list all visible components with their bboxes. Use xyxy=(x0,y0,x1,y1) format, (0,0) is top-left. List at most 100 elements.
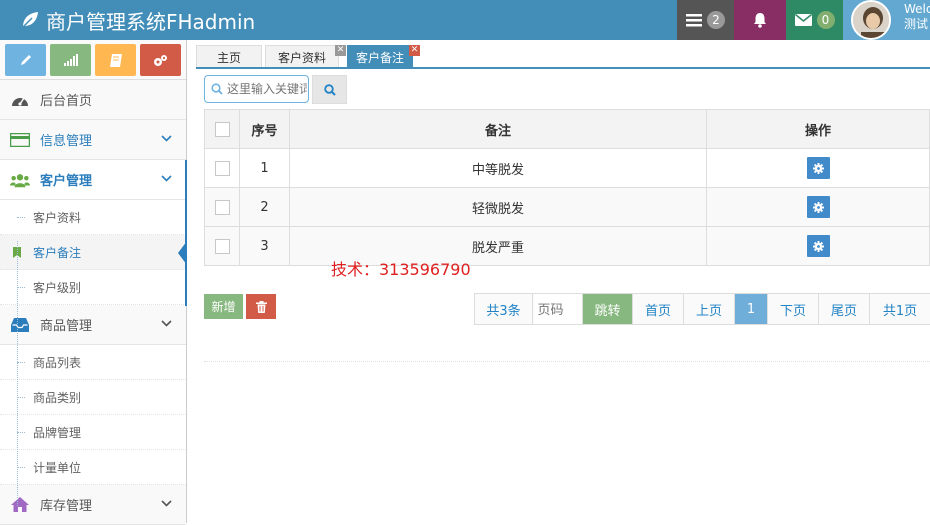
sidebar: 后台首页 信息管理 客户管理 客户资料 客户备注 客户级别 商品管理 商品列表 … xyxy=(0,40,187,525)
sidebar-item-dashboard[interactable]: 后台首页 xyxy=(0,80,186,120)
tab-label: 客户备注 xyxy=(356,50,405,65)
signal-icon xyxy=(63,54,78,66)
chevron-down-icon xyxy=(161,500,172,507)
book-icon xyxy=(109,53,122,67)
sidebar-shortcuts xyxy=(0,40,186,80)
brand[interactable]: 商户管理系统FHadmin xyxy=(20,0,255,40)
sidebar-item-label: 商品管理 xyxy=(40,319,93,334)
pagination-total: 共3条 xyxy=(475,294,533,324)
sidebar-item-products[interactable]: 商品管理 xyxy=(0,305,186,345)
table-row: 1 中等脱发 xyxy=(204,148,930,188)
group-icon xyxy=(10,171,30,189)
sidebar-subitem-label: 计量单位 xyxy=(33,460,82,475)
table-header-row: 序号 备注 操作 xyxy=(204,109,930,149)
sidebar-subitem-customer-profile[interactable]: 客户资料 xyxy=(0,200,186,235)
row-remark: 中等脱发 xyxy=(289,148,707,188)
first-page-button[interactable]: 首页 xyxy=(633,294,684,324)
sidebar-subitem-brand[interactable]: 品牌管理 xyxy=(0,415,186,450)
user-menu[interactable]: Welcome 测试 xyxy=(843,0,930,40)
credit-card-icon xyxy=(10,131,30,149)
prev-page-button[interactable]: 上页 xyxy=(684,294,735,324)
sidebar-item-inventory[interactable]: 库存管理 xyxy=(0,485,186,525)
tab-bar: 主页 客户资料 ✕ 客户备注 ✕ xyxy=(196,45,421,68)
leaf-icon xyxy=(21,12,38,29)
close-icon[interactable]: ✕ xyxy=(409,45,421,56)
envelope-icon xyxy=(794,14,812,26)
search-button[interactable] xyxy=(312,75,347,104)
row-settings-button[interactable] xyxy=(806,235,830,257)
avatar xyxy=(851,0,891,40)
shortcut-book[interactable] xyxy=(95,44,136,76)
sidebar-item-label: 信息管理 xyxy=(40,134,93,149)
pencil-icon xyxy=(20,55,31,65)
row-settings-button[interactable] xyxy=(806,196,830,218)
tasks-icon xyxy=(686,14,702,27)
trash-icon xyxy=(255,300,267,313)
sidebar-subitem-unit[interactable]: 计量单位 xyxy=(0,450,186,485)
sidebar-item-customers[interactable]: 客户管理 xyxy=(0,160,186,200)
sidebar-item-info[interactable]: 信息管理 xyxy=(0,120,186,160)
cog-icon xyxy=(812,162,824,174)
chevron-down-icon xyxy=(161,135,172,142)
cog-icon xyxy=(812,201,824,213)
row-checkbox[interactable] xyxy=(214,160,230,176)
jump-button[interactable]: 跳转 xyxy=(583,294,633,324)
delete-button[interactable] xyxy=(246,294,276,319)
sidebar-item-label: 库存管理 xyxy=(40,499,93,514)
cogs-icon xyxy=(154,54,167,66)
row-index: 1 xyxy=(239,148,290,188)
top-navbar: 商户管理系统FHadmin 2 0 Welcome xyxy=(0,0,930,40)
sidebar-subitem-customer-remarks[interactable]: 客户备注 xyxy=(0,235,187,270)
new-button[interactable]: 新增 xyxy=(204,294,243,319)
page-number-input[interactable] xyxy=(533,294,582,324)
sidebar-subitem-label: 商品列表 xyxy=(33,355,82,370)
tasks-button[interactable]: 2 xyxy=(677,0,734,40)
row-index: 2 xyxy=(239,187,290,227)
messages-button[interactable]: 0 xyxy=(786,0,843,40)
sidebar-subitem-product-list[interactable]: 商品列表 xyxy=(0,345,186,380)
sidebar-subitem-label: 客户备注 xyxy=(33,245,82,260)
column-header-action: 操作 xyxy=(706,109,930,149)
current-page[interactable]: 1 xyxy=(735,294,768,324)
user-welcome: Welcome xyxy=(904,2,930,16)
search-icon xyxy=(323,83,336,96)
sidebar-subitem-label: 商品类别 xyxy=(33,390,82,405)
notifications-button[interactable] xyxy=(734,0,786,40)
tab-label: 客户资料 xyxy=(278,50,327,65)
row-settings-button[interactable] xyxy=(806,157,830,179)
watermark-text: 技术：313596790 xyxy=(331,260,471,279)
row-checkbox[interactable] xyxy=(214,238,230,254)
row-index: 3 xyxy=(239,226,290,266)
pagination: 共3条 跳转 首页 上页 1 下页 尾页 共1页 xyxy=(474,293,930,325)
shortcut-cogs[interactable] xyxy=(140,44,181,76)
row-remark: 轻微脱发 xyxy=(289,187,707,227)
sidebar-subitem-customer-level[interactable]: 客户级别 xyxy=(0,270,186,305)
tab-home[interactable]: 主页 xyxy=(196,45,263,68)
shortcut-pencil[interactable] xyxy=(5,44,46,76)
select-all-checkbox[interactable] xyxy=(214,121,230,137)
sidebar-subitem-label: 品牌管理 xyxy=(33,425,82,440)
table-row: 2 轻微脱发 xyxy=(204,187,930,227)
row-checkbox[interactable] xyxy=(214,199,230,215)
next-page-button[interactable]: 下页 xyxy=(768,294,819,324)
close-icon[interactable]: ✕ xyxy=(335,45,347,56)
app-title: 商户管理系统FHadmin xyxy=(46,9,256,34)
chevron-down-icon xyxy=(161,175,172,182)
table-row: 3 脱发严重 xyxy=(204,226,930,266)
dashboard-icon xyxy=(10,91,30,109)
sidebar-item-label: 后台首页 xyxy=(40,94,93,109)
tab-label: 主页 xyxy=(217,50,242,65)
last-page-button[interactable]: 尾页 xyxy=(819,294,870,324)
sidebar-subitem-product-category[interactable]: 商品类别 xyxy=(0,380,186,415)
select-all-cell xyxy=(204,109,240,149)
bell-icon xyxy=(754,13,766,28)
column-header-remark: 备注 xyxy=(289,109,707,149)
column-header-index: 序号 xyxy=(239,109,290,149)
tab-customer-profile[interactable]: 客户资料 ✕ xyxy=(265,45,347,68)
tasks-badge: 2 xyxy=(707,11,725,29)
sidebar-item-label: 客户管理 xyxy=(40,174,93,189)
search-input[interactable] xyxy=(227,82,307,96)
sidebar-subitem-label: 客户级别 xyxy=(33,280,82,295)
tab-customer-remarks[interactable]: 客户备注 ✕ xyxy=(347,45,421,68)
shortcut-signal[interactable] xyxy=(50,44,91,76)
